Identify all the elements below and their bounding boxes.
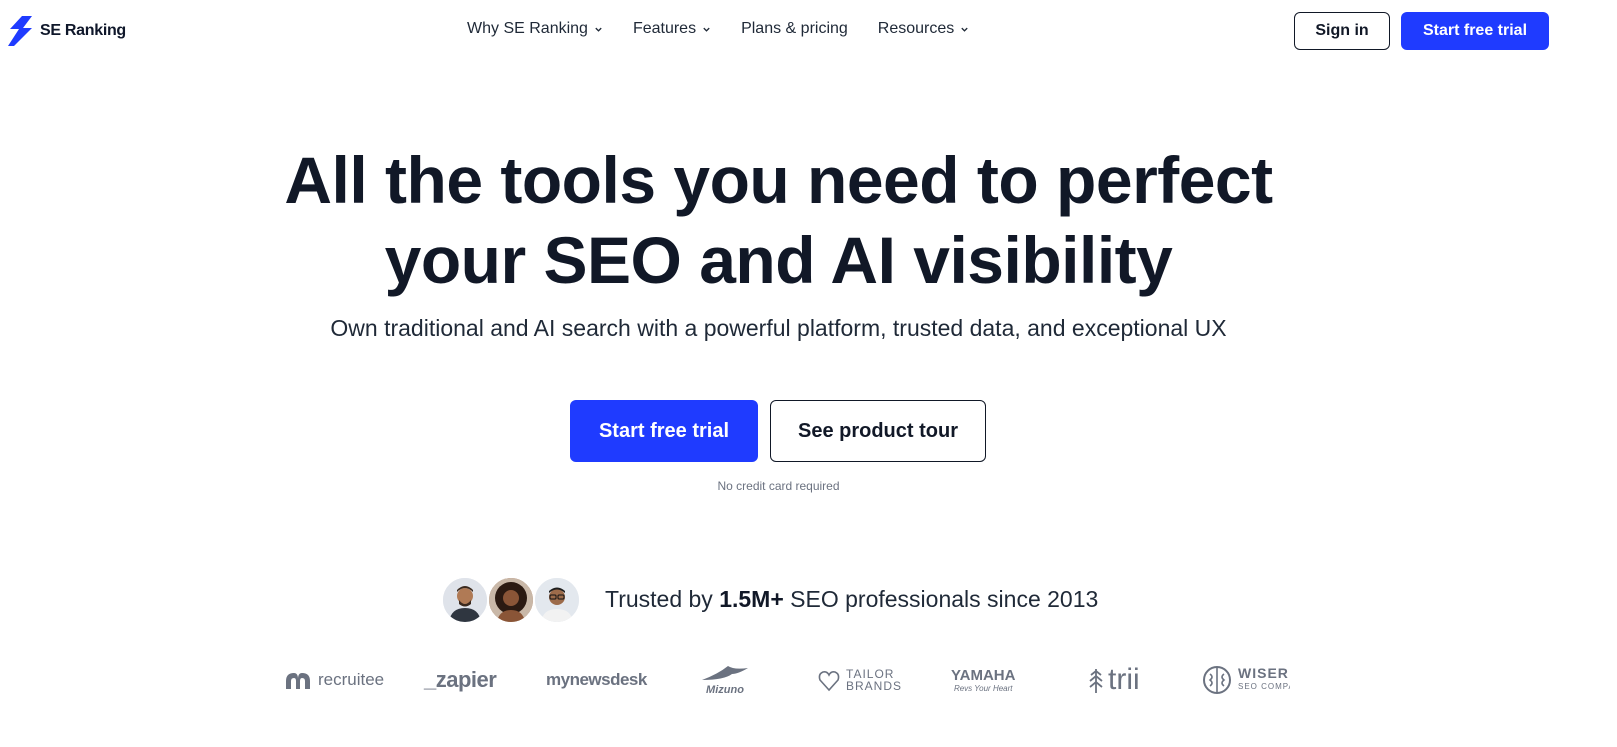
person-avatar-icon — [535, 578, 579, 622]
sign-in-button[interactable]: Sign in — [1294, 12, 1390, 50]
yamaha-wordmark: YAMAHA — [951, 667, 1016, 684]
lightning-logo-icon — [8, 16, 32, 46]
wiser-logo: WISER I SEO COMPA — [1202, 660, 1290, 700]
nav-label: Why SE Ranking — [467, 20, 588, 37]
user-count: 1.5M+ — [719, 586, 784, 612]
nav-label: Features — [632, 20, 697, 37]
trusted-suffix: SEO professionals since 2013 — [790, 586, 1099, 612]
avatar — [441, 576, 489, 624]
brand-name: SE Ranking — [40, 22, 126, 39]
trii-wordmark: trii — [1108, 663, 1140, 696]
trusted-by-text: Trusted by 1.5M+ SEO professionals since… — [605, 586, 1098, 613]
nav-features[interactable]: Features — [633, 20, 711, 38]
mizuno-runbird-icon — [702, 666, 748, 680]
mizuno-logo: Mizuno — [698, 660, 752, 700]
person-avatar-icon — [443, 578, 487, 622]
customer-logos: recruitee _zapier mynewsdesk Mizuno TAIL… — [284, 660, 1290, 700]
se-ranking-logo[interactable]: SE Ranking — [8, 16, 126, 46]
avatar — [533, 576, 581, 624]
avatar — [487, 576, 535, 624]
person-avatar-icon — [489, 578, 533, 622]
chevron-down-icon — [595, 27, 602, 32]
recruitee-logo: recruitee — [284, 660, 384, 700]
mizuno-wordmark: Mizuno — [706, 684, 744, 696]
site-header: SE Ranking Why SE Ranking Features Plans… — [0, 0, 1617, 64]
tailor-heart-icon — [818, 671, 840, 692]
user-avatars — [441, 576, 583, 624]
seo-company-word: SEO COMPA — [1238, 682, 1290, 691]
hero-title-line-1: All the tools you need to perfect — [284, 143, 1273, 217]
yamaha-logo: YAMAHA Revs Your Heart — [951, 660, 1015, 700]
chevron-down-icon — [703, 27, 710, 32]
start-free-trial-header-button[interactable]: Start free trial — [1401, 12, 1549, 50]
brands-word: BRANDS — [846, 679, 903, 693]
start-free-trial-button[interactable]: Start free trial — [570, 400, 758, 462]
zapier-logo: _zapier — [424, 660, 497, 700]
nav-label: Plans & pricing — [741, 20, 848, 37]
nav-label: Resources — [877, 20, 955, 37]
mynewsdesk-wordmark: mynewsdesk — [546, 670, 647, 689]
main-nav: Why SE Ranking Features Plans & pricing … — [467, 20, 969, 38]
hero-subtitle: Own traditional and AI search with a pow… — [330, 315, 1227, 341]
see-product-tour-button[interactable]: See product tour — [770, 400, 986, 462]
trii-logo: trii — [1088, 660, 1140, 700]
nav-why-se-ranking[interactable]: Why SE Ranking — [467, 20, 603, 38]
hero-title: All the tools you need to perfect your S… — [0, 140, 1557, 300]
tree-icon — [1089, 669, 1103, 693]
chevron-down-icon — [961, 27, 968, 32]
tailor-brands-logo: TAILOR BRANDS — [818, 660, 902, 700]
hero-title-line-2: your SEO and AI visibility — [384, 223, 1173, 297]
yamaha-tagline: Revs Your Heart — [953, 684, 1013, 693]
nav-resources[interactable]: Resources — [878, 20, 969, 38]
trusted-prefix: Trusted by — [605, 586, 713, 612]
nav-plans-pricing[interactable]: Plans & pricing — [741, 20, 848, 38]
recruitee-wordmark: recruitee — [318, 670, 385, 689]
wiser-word: WISER I — [1238, 665, 1290, 681]
recruitee-mark-icon — [286, 673, 310, 689]
brain-icon — [1203, 666, 1231, 694]
zapier-wordmark: _zapier — [424, 667, 497, 692]
no-credit-card-note: No credit card required — [717, 479, 840, 493]
mynewsdesk-logo: mynewsdesk — [546, 660, 647, 700]
